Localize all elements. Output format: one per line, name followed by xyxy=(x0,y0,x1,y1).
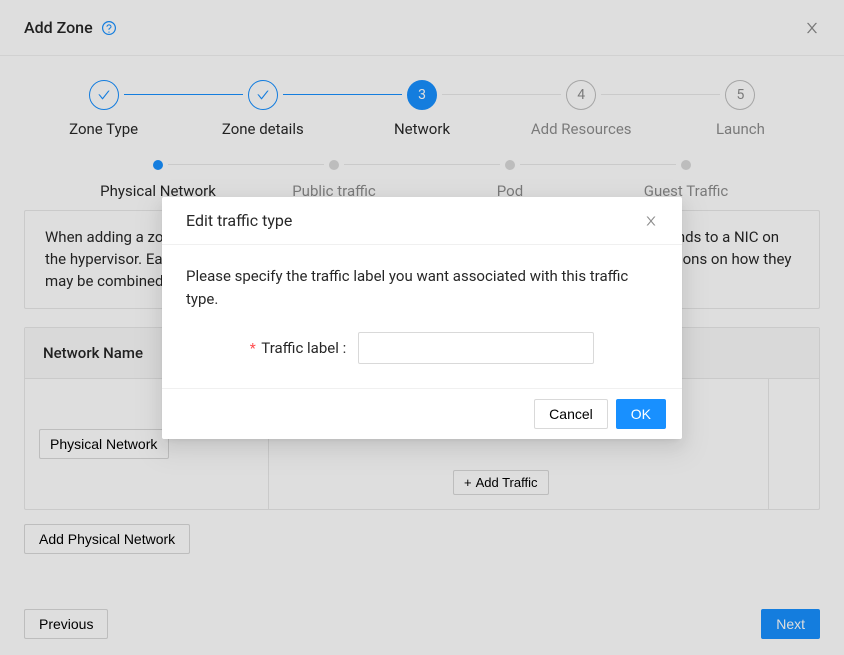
cancel-button[interactable]: Cancel xyxy=(534,399,608,429)
ok-button[interactable]: OK xyxy=(616,399,666,429)
modal-title: Edit traffic type xyxy=(186,211,292,230)
edit-traffic-type-modal: Edit traffic type Please specify the tra… xyxy=(162,197,682,439)
traffic-label-field-label: * Traffic label : xyxy=(250,339,346,357)
close-icon[interactable] xyxy=(644,214,658,228)
traffic-label-input[interactable] xyxy=(358,332,594,364)
required-asterisk: * xyxy=(250,341,256,357)
modal-description: Please specify the traffic label you wan… xyxy=(186,265,658,310)
modal-overlay: Edit traffic type Please specify the tra… xyxy=(0,0,844,655)
